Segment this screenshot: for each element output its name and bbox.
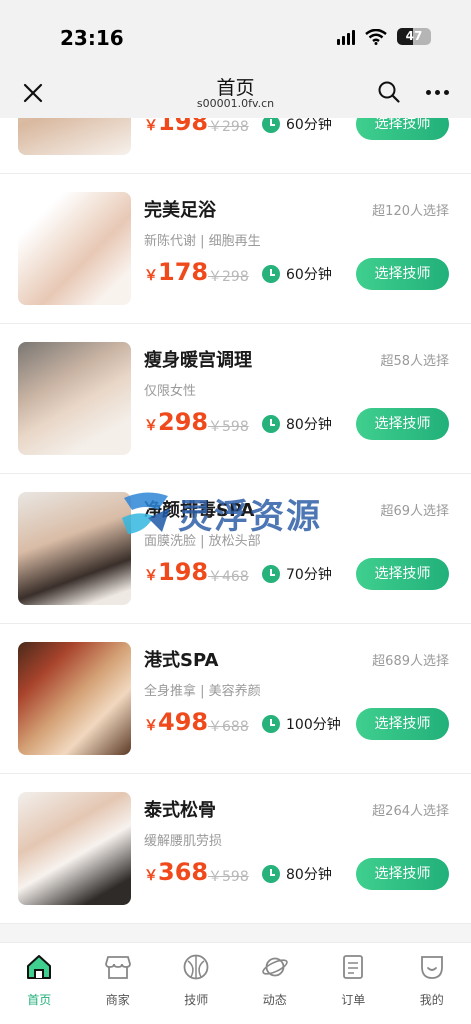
service-select-count: 超264人选择 xyxy=(372,804,449,819)
tab-profile[interactable]: 我的 xyxy=(393,943,471,1024)
tab-technician[interactable]: 技师 xyxy=(157,943,236,1024)
service-duration: 60分钟 xyxy=(262,264,332,284)
service-original-price: ￥688 xyxy=(208,719,249,735)
select-technician-button[interactable]: 选择技师 xyxy=(356,408,449,440)
clock-icon xyxy=(262,715,280,733)
select-technician-button[interactable]: 选择技师 xyxy=(356,258,449,290)
tab-orders[interactable]: 订单 xyxy=(314,943,393,1024)
service-item[interactable]: ￥198 ￥298 60分钟 选择技师 xyxy=(0,118,471,174)
status-time: 23:16 xyxy=(60,26,124,50)
clock-icon xyxy=(262,565,280,583)
service-description: 新陈代谢 | 细胞再生 xyxy=(144,234,261,249)
service-original-price: ￥598 xyxy=(208,419,249,435)
tab-label: 首页 xyxy=(27,993,52,1007)
service-duration: 80分钟 xyxy=(262,864,332,884)
watermark-text: 灵浮资源 xyxy=(178,496,322,537)
service-select-count: 超120人选择 xyxy=(372,204,449,219)
tab-home[interactable]: 首页 xyxy=(0,943,79,1024)
service-original-price: ￥598 xyxy=(208,869,249,885)
service-duration: 80分钟 xyxy=(262,414,332,434)
planet-icon xyxy=(262,957,288,977)
service-price: ￥198 xyxy=(144,118,209,136)
technician-icon xyxy=(183,954,209,980)
service-image xyxy=(18,118,131,155)
service-original-price: ￥468 xyxy=(208,569,249,585)
select-technician-button[interactable]: 选择技师 xyxy=(356,708,449,740)
battery-level: 47 xyxy=(405,29,423,43)
tab-label: 订单 xyxy=(341,993,366,1007)
service-duration: 70分钟 xyxy=(262,564,332,584)
service-image xyxy=(18,642,131,755)
tab-shop[interactable]: 商家 xyxy=(79,943,158,1024)
service-name: 完美足浴 xyxy=(144,200,216,221)
service-select-count: 超58人选择 xyxy=(380,354,449,369)
wifi-icon xyxy=(365,28,387,45)
service-description: 全身推拿 | 美容养颜 xyxy=(144,684,261,699)
service-price: ￥498 xyxy=(144,708,209,736)
tab-label: 动态 xyxy=(262,993,287,1007)
watermark: 灵浮资源 xyxy=(118,488,322,538)
more-icon[interactable] xyxy=(426,90,449,95)
service-image xyxy=(18,792,131,905)
service-image xyxy=(18,192,131,305)
service-item[interactable]: 瘦身暖宫调理 超58人选择 仅限女性 ￥298 ￥598 80分钟 选择技师 xyxy=(0,324,471,474)
clock-icon xyxy=(262,865,280,883)
clock-icon xyxy=(262,118,280,133)
signal-icon xyxy=(337,29,355,45)
service-description: 缓解腰肌劳损 xyxy=(144,834,223,849)
tab-label: 商家 xyxy=(105,993,130,1007)
service-name: 瘦身暖宫调理 xyxy=(144,350,252,371)
tab-moments[interactable]: 动态 xyxy=(236,943,315,1024)
tab-label: 我的 xyxy=(419,993,444,1007)
service-select-count: 超689人选择 xyxy=(372,654,449,669)
service-item[interactable]: 完美足浴 超120人选择 新陈代谢 | 细胞再生 ￥178 ￥298 60分钟 … xyxy=(0,174,471,324)
service-original-price: ￥298 xyxy=(208,269,249,285)
service-image xyxy=(18,492,131,605)
battery-icon: 47 xyxy=(397,28,431,45)
service-original-price: ￥298 xyxy=(208,119,249,135)
list-footer-spacer xyxy=(0,924,471,942)
service-price: ￥198 xyxy=(144,558,209,586)
service-price: ￥178 xyxy=(144,258,209,286)
service-description: 仅限女性 xyxy=(144,384,197,399)
watermark-logo-icon xyxy=(122,492,170,534)
status-icons: 47 xyxy=(337,28,431,45)
select-technician-button[interactable]: 选择技师 xyxy=(356,558,449,590)
service-price: ￥298 xyxy=(144,408,209,436)
service-name: 泰式松骨 xyxy=(144,800,216,821)
bottom-tab-bar: 首页 商家 技师 动态 订单 我的 xyxy=(0,942,471,1024)
status-bar: 23:16 47 xyxy=(0,0,471,70)
service-item[interactable]: 港式SPA 超689人选择 全身推拿 | 美容养颜 ￥498 ￥688 100分… xyxy=(0,624,471,774)
search-icon[interactable] xyxy=(377,80,401,104)
service-name: 港式SPA xyxy=(144,650,219,671)
service-image xyxy=(18,342,131,455)
clock-icon xyxy=(262,415,280,433)
service-duration: 100分钟 xyxy=(262,714,341,734)
service-item[interactable]: 泰式松骨 超264人选择 缓解腰肌劳损 ￥368 ￥598 80分钟 选择技师 xyxy=(0,774,471,924)
clock-icon xyxy=(262,265,280,283)
service-price: ￥368 xyxy=(144,858,209,886)
select-technician-button[interactable]: 选择技师 xyxy=(356,858,449,890)
service-select-count: 超69人选择 xyxy=(380,504,449,519)
home-icon xyxy=(27,955,52,979)
nav-bar: 首页 s00001.0fv.cn xyxy=(0,70,471,118)
shop-icon xyxy=(104,956,131,979)
profile-icon xyxy=(420,956,443,979)
order-icon xyxy=(343,955,364,979)
service-duration: 60分钟 xyxy=(262,118,332,134)
tab-label: 技师 xyxy=(184,993,209,1007)
select-technician-button[interactable]: 选择技师 xyxy=(356,118,449,140)
